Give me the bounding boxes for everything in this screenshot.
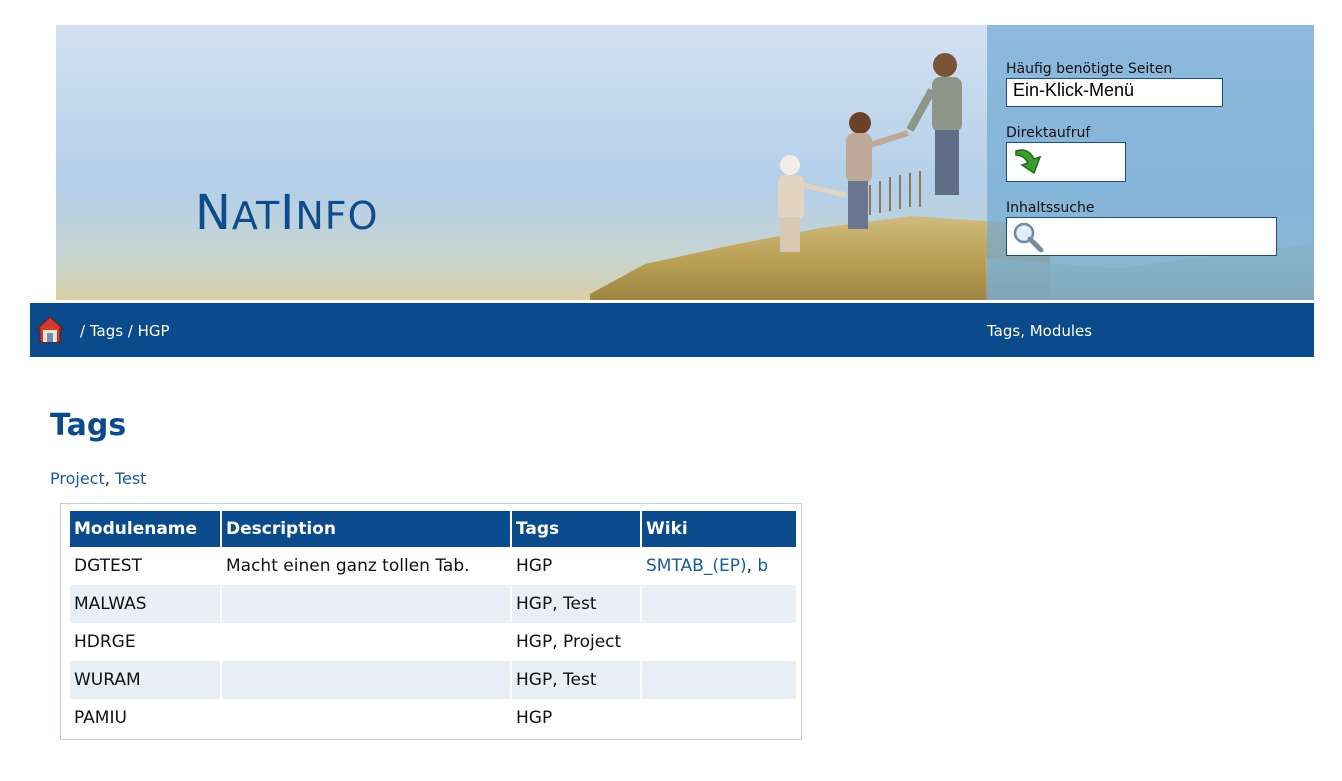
cell-modulename: DGTEST [70, 547, 220, 585]
table-row: MALWAS HGP, Test [70, 585, 796, 623]
table-row: PAMIU HGP [70, 699, 796, 737]
tag-link-test[interactable]: Test [115, 469, 147, 488]
column-header-modulename: Modulename [70, 511, 220, 547]
direct-call-label: Direktaufruf [1006, 125, 1091, 141]
cell-modulename: PAMIU [70, 699, 220, 737]
cell-description [222, 661, 510, 699]
magnifier-icon[interactable] [1011, 220, 1045, 254]
cell-description: Macht einen ganz tollen Tab. [222, 547, 510, 585]
cell-tags: HGP, Test [512, 585, 640, 623]
nav-right-links[interactable]: Tags, Modules [987, 322, 1092, 340]
cell-description [222, 699, 510, 737]
quick-pages-label: Häufig benötigte Seiten [1006, 61, 1173, 77]
green-arrow-icon[interactable] [1010, 145, 1046, 179]
home-icon[interactable] [35, 314, 65, 344]
cell-modulename: WURAM [70, 661, 220, 699]
column-header-description: Description [222, 511, 510, 547]
cell-modulename: MALWAS [70, 585, 220, 623]
cell-wiki [642, 699, 796, 737]
content-search-input[interactable] [1006, 217, 1277, 256]
cell-wiki: SMTAB_(EP), b [642, 547, 796, 585]
page-title: Tags [50, 408, 127, 443]
cell-description [222, 585, 510, 623]
quick-pages-select[interactable]: Ein-Klick-Menü [1006, 78, 1223, 107]
cell-tags: HGP [512, 547, 640, 585]
content-search-label: Inhaltssuche [1006, 200, 1095, 216]
cell-description [222, 623, 510, 661]
cell-tags: HGP [512, 699, 640, 737]
wiki-link[interactable]: SMTAB_(EP) [646, 556, 747, 576]
cell-tags: HGP, Project [512, 623, 640, 661]
cell-wiki [642, 623, 796, 661]
family-photo [778, 53, 962, 252]
table-row: WURAM HGP, Test [70, 661, 796, 699]
cell-wiki [642, 585, 796, 623]
cell-modulename: HDRGE [70, 623, 220, 661]
natinfo-logo[interactable]: NATINFO [195, 185, 379, 241]
breadcrumb[interactable]: / Tags / HGP [80, 322, 170, 340]
column-header-wiki: Wiki [642, 511, 796, 547]
tag-links: Project, Test [50, 469, 147, 488]
direct-call-input[interactable] [1006, 142, 1126, 182]
table-row: DGTEST Macht einen ganz tollen Tab. HGP … [70, 547, 796, 585]
column-header-tags: Tags [512, 511, 640, 547]
cell-wiki [642, 661, 796, 699]
modules-table-container: Modulename Description Tags Wiki DGTEST … [60, 503, 802, 740]
navigation-bar: / Tags / HGP Tags, Modules [30, 303, 1314, 357]
wiki-link[interactable]: b [757, 556, 768, 576]
tag-link-project[interactable]: Project [50, 469, 105, 488]
cell-tags: HGP, Test [512, 661, 640, 699]
modules-table: Modulename Description Tags Wiki DGTEST … [68, 511, 798, 737]
table-row: HDRGE HGP, Project [70, 623, 796, 661]
